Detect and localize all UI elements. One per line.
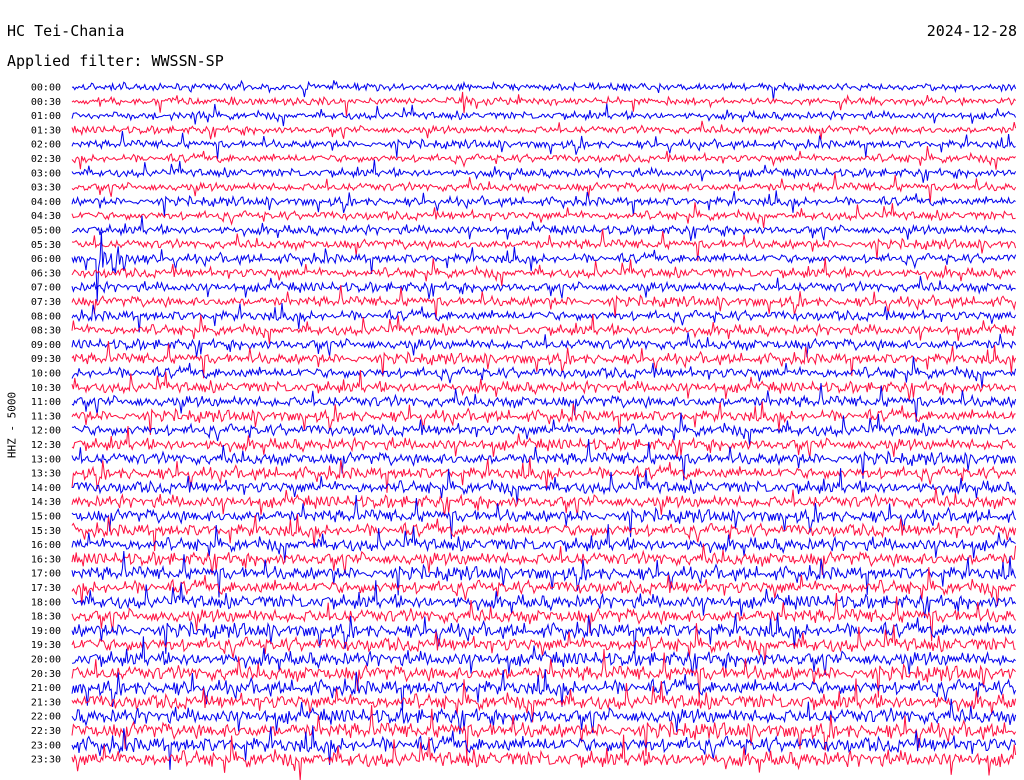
time-tick-label: 15:00 (31, 512, 61, 523)
time-tick-label: 13:00 (31, 454, 61, 465)
time-tick-label: 21:30 (31, 697, 61, 708)
trace-line (71, 636, 1016, 677)
time-tick-label: 16:30 (31, 554, 61, 565)
time-tick-label: 08:00 (31, 311, 61, 322)
time-tick-label: 09:00 (31, 340, 61, 351)
time-tick-label: 11:30 (31, 411, 61, 422)
trace-line (71, 190, 1016, 217)
time-tick-label: 14:30 (31, 497, 61, 508)
time-tick-label: 00:30 (31, 97, 61, 108)
time-tick-label: 17:30 (31, 583, 61, 594)
time-tick-label: 20:30 (31, 669, 61, 680)
time-tick-label: 10:00 (31, 369, 61, 380)
time-tick-label: 06:30 (31, 268, 61, 279)
time-tick-label: 06:00 (31, 254, 61, 265)
time-tick-label: 07:30 (31, 297, 61, 308)
time-tick-label: 21:00 (31, 683, 61, 694)
trace-line (71, 734, 1017, 780)
time-tick-label: 14:00 (31, 483, 61, 494)
time-tick-label: 22:30 (31, 726, 61, 737)
time-tick-label: 17:00 (31, 569, 61, 580)
time-tick-label: 10:30 (31, 383, 61, 394)
time-tick-label: 03:30 (31, 183, 61, 194)
time-tick-label: 23:30 (31, 755, 61, 766)
trace-line (71, 120, 1017, 140)
time-tick-label: 12:00 (31, 426, 61, 437)
time-tick-label: 00:00 (31, 83, 61, 94)
trace-line (71, 146, 1016, 170)
traces-group (71, 79, 1017, 780)
tick-labels-group: 00:00 00:30 01:00 01:30 02:00 02:30 03:00 03:30… (31, 83, 61, 766)
time-tick-label: 18:00 (31, 597, 61, 608)
time-tick-label: 03:00 (31, 168, 61, 179)
time-tick-label: 09:30 (31, 354, 61, 365)
time-tick-label: 22:00 (31, 712, 61, 723)
time-tick-label: 20:00 (31, 655, 61, 666)
time-tick-label: 07:00 (31, 283, 61, 294)
time-tick-label: 04:30 (31, 211, 61, 222)
time-tick-label: 04:00 (31, 197, 61, 208)
time-tick-label: 05:30 (31, 240, 61, 251)
trace-line (71, 159, 1017, 183)
time-tick-label: 19:00 (31, 626, 61, 637)
time-tick-label: 23:00 (31, 740, 61, 751)
time-tick-label: 01:00 (31, 111, 61, 122)
trace-line (71, 130, 1016, 159)
time-tick-label: 13:30 (31, 469, 61, 480)
trace-line (71, 551, 1017, 598)
time-tick-label: 08:30 (31, 326, 61, 337)
trace-line (71, 215, 1017, 241)
trace-line (71, 172, 1017, 203)
time-tick-label: 12:30 (31, 440, 61, 451)
trace-line (71, 103, 1017, 127)
time-tick-label: 16:00 (31, 540, 61, 551)
time-tick-label: 11:00 (31, 397, 61, 408)
time-tick-label: 05:00 (31, 226, 61, 237)
time-tick-label: 19:30 (31, 640, 61, 651)
trace-line (71, 257, 1017, 287)
time-tick-label: 18:30 (31, 612, 61, 623)
time-tick-label: 02:00 (31, 140, 61, 151)
trace-line (71, 332, 1017, 358)
seismogram-plot: 00:00 00:30 01:00 01:30 02:00 02:30 03:00 03:30… (31, 79, 1017, 780)
trace-line (71, 623, 1016, 665)
time-tick-label: 02:30 (31, 154, 61, 165)
time-tick-label: 15:30 (31, 526, 61, 537)
time-tick-label: 01:30 (31, 125, 61, 136)
